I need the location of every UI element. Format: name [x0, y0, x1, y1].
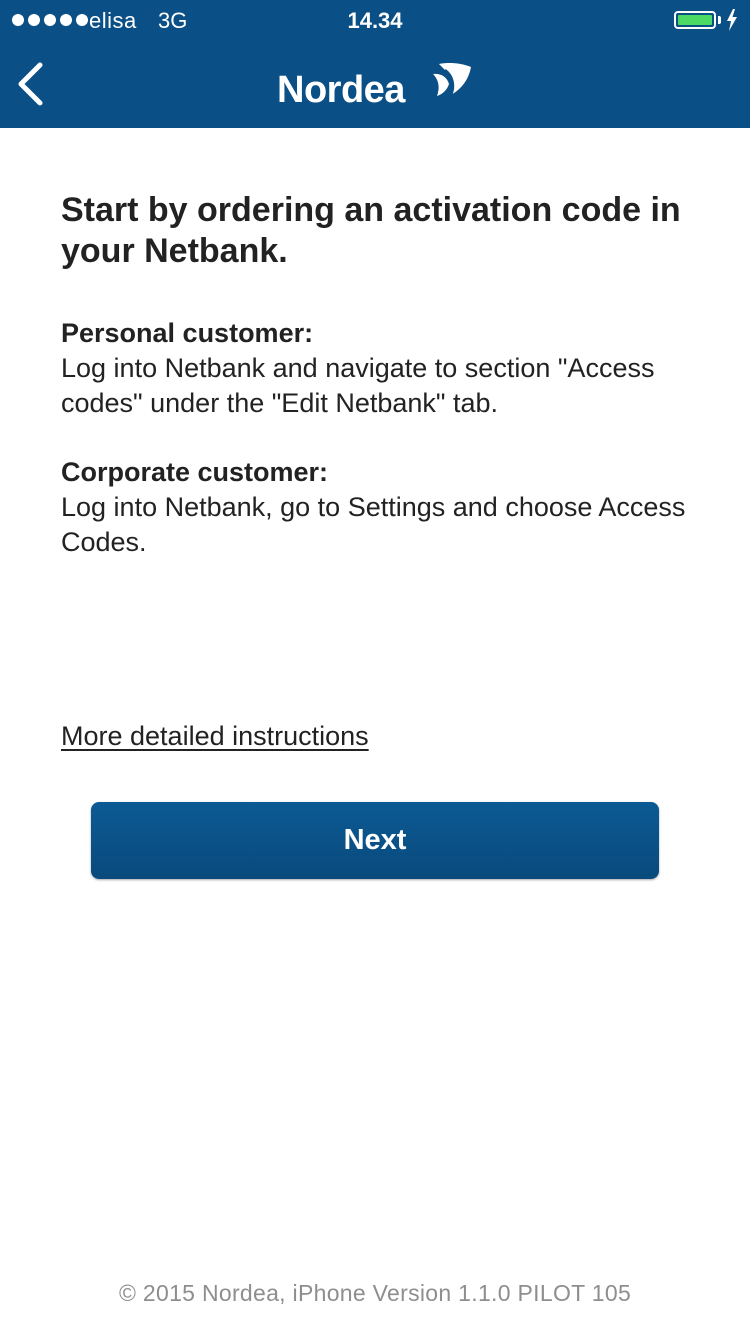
app-header: elisa 3G 14.34 Nordea	[0, 0, 750, 128]
battery-level	[678, 15, 712, 25]
corporate-customer-text: Log into Netbank, go to Settings and cho…	[61, 492, 686, 557]
footer-version-text: © 2015 Nordea, iPhone Version 1.1.0 PILO…	[118, 1280, 632, 1306]
nordea-sail-logo-icon	[433, 63, 471, 96]
nordea-logo: Nordea	[277, 60, 477, 110]
logo-text: Nordea	[277, 69, 405, 111]
page-heading: Start by ordering an activation code in …	[61, 191, 681, 270]
personal-customer-title: Personal customer:	[61, 318, 314, 348]
personal-customer-section: Personal customer: Log into Netbank and …	[61, 315, 701, 421]
next-button[interactable]: Next	[91, 802, 659, 879]
main-content: Start by ordering an activation code in …	[61, 190, 701, 560]
battery-icon	[674, 11, 716, 29]
chevron-left-icon	[18, 62, 43, 106]
corporate-customer-section: Corporate customer: Log into Netbank, go…	[61, 454, 701, 560]
personal-customer-text: Log into Netbank and navigate to section…	[61, 353, 655, 418]
status-bar: elisa 3G 14.34	[0, 0, 750, 42]
battery-tip	[718, 16, 721, 24]
more-instructions-link[interactable]: More detailed instructions	[61, 718, 369, 754]
corporate-customer-title: Corporate customer:	[61, 457, 329, 487]
status-time: 14.34	[347, 8, 403, 33]
charging-bolt-icon	[727, 9, 737, 31]
back-button[interactable]	[8, 58, 56, 110]
